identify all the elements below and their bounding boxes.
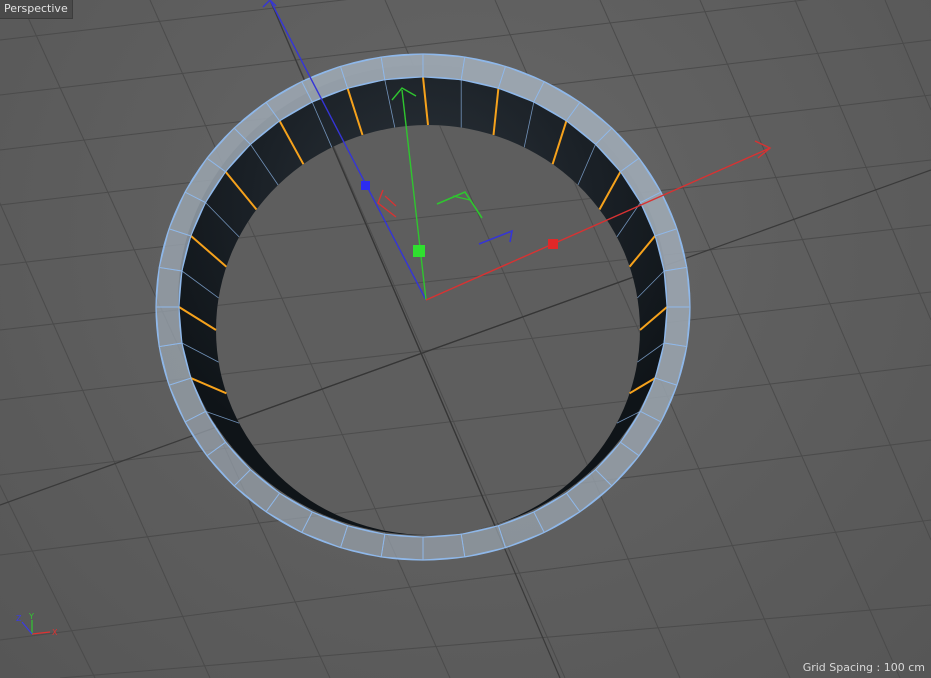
rim-face[interactable] xyxy=(155,266,183,308)
rim-face[interactable] xyxy=(663,266,691,308)
rim-face[interactable] xyxy=(422,533,466,561)
mini-axis-y-label: Y xyxy=(28,612,34,621)
grid-spacing-label: Grid Spacing : 100 cm xyxy=(802,661,925,674)
gizmo-z-arrow-icon[interactable] xyxy=(262,0,277,8)
mini-axis-z xyxy=(21,621,33,635)
mini-axis-z-label: Z xyxy=(16,614,22,623)
rim-face[interactable] xyxy=(380,53,424,81)
tube-inner-wall[interactable] xyxy=(0,0,931,678)
rim-face[interactable] xyxy=(422,53,466,81)
perspective-viewport[interactable]: Perspective X Y Z Grid Spacing : 100 cm xyxy=(0,0,931,678)
mini-axis-x xyxy=(31,631,51,635)
gizmo-x-handle[interactable] xyxy=(548,239,558,249)
rim-face[interactable] xyxy=(380,533,424,561)
scene-canvas[interactable] xyxy=(0,0,931,678)
rim-face[interactable] xyxy=(663,306,691,348)
viewport-name-label[interactable]: Perspective xyxy=(0,0,73,19)
mini-axis-x-label: X xyxy=(52,628,58,637)
gizmo-y-handle[interactable] xyxy=(413,245,425,257)
axis-orientation-icon: X Y Z xyxy=(16,612,58,637)
gizmo-z-handle[interactable] xyxy=(361,181,370,190)
gizmo-x-arrow-icon[interactable] xyxy=(754,140,772,159)
rim-face[interactable] xyxy=(155,306,183,348)
